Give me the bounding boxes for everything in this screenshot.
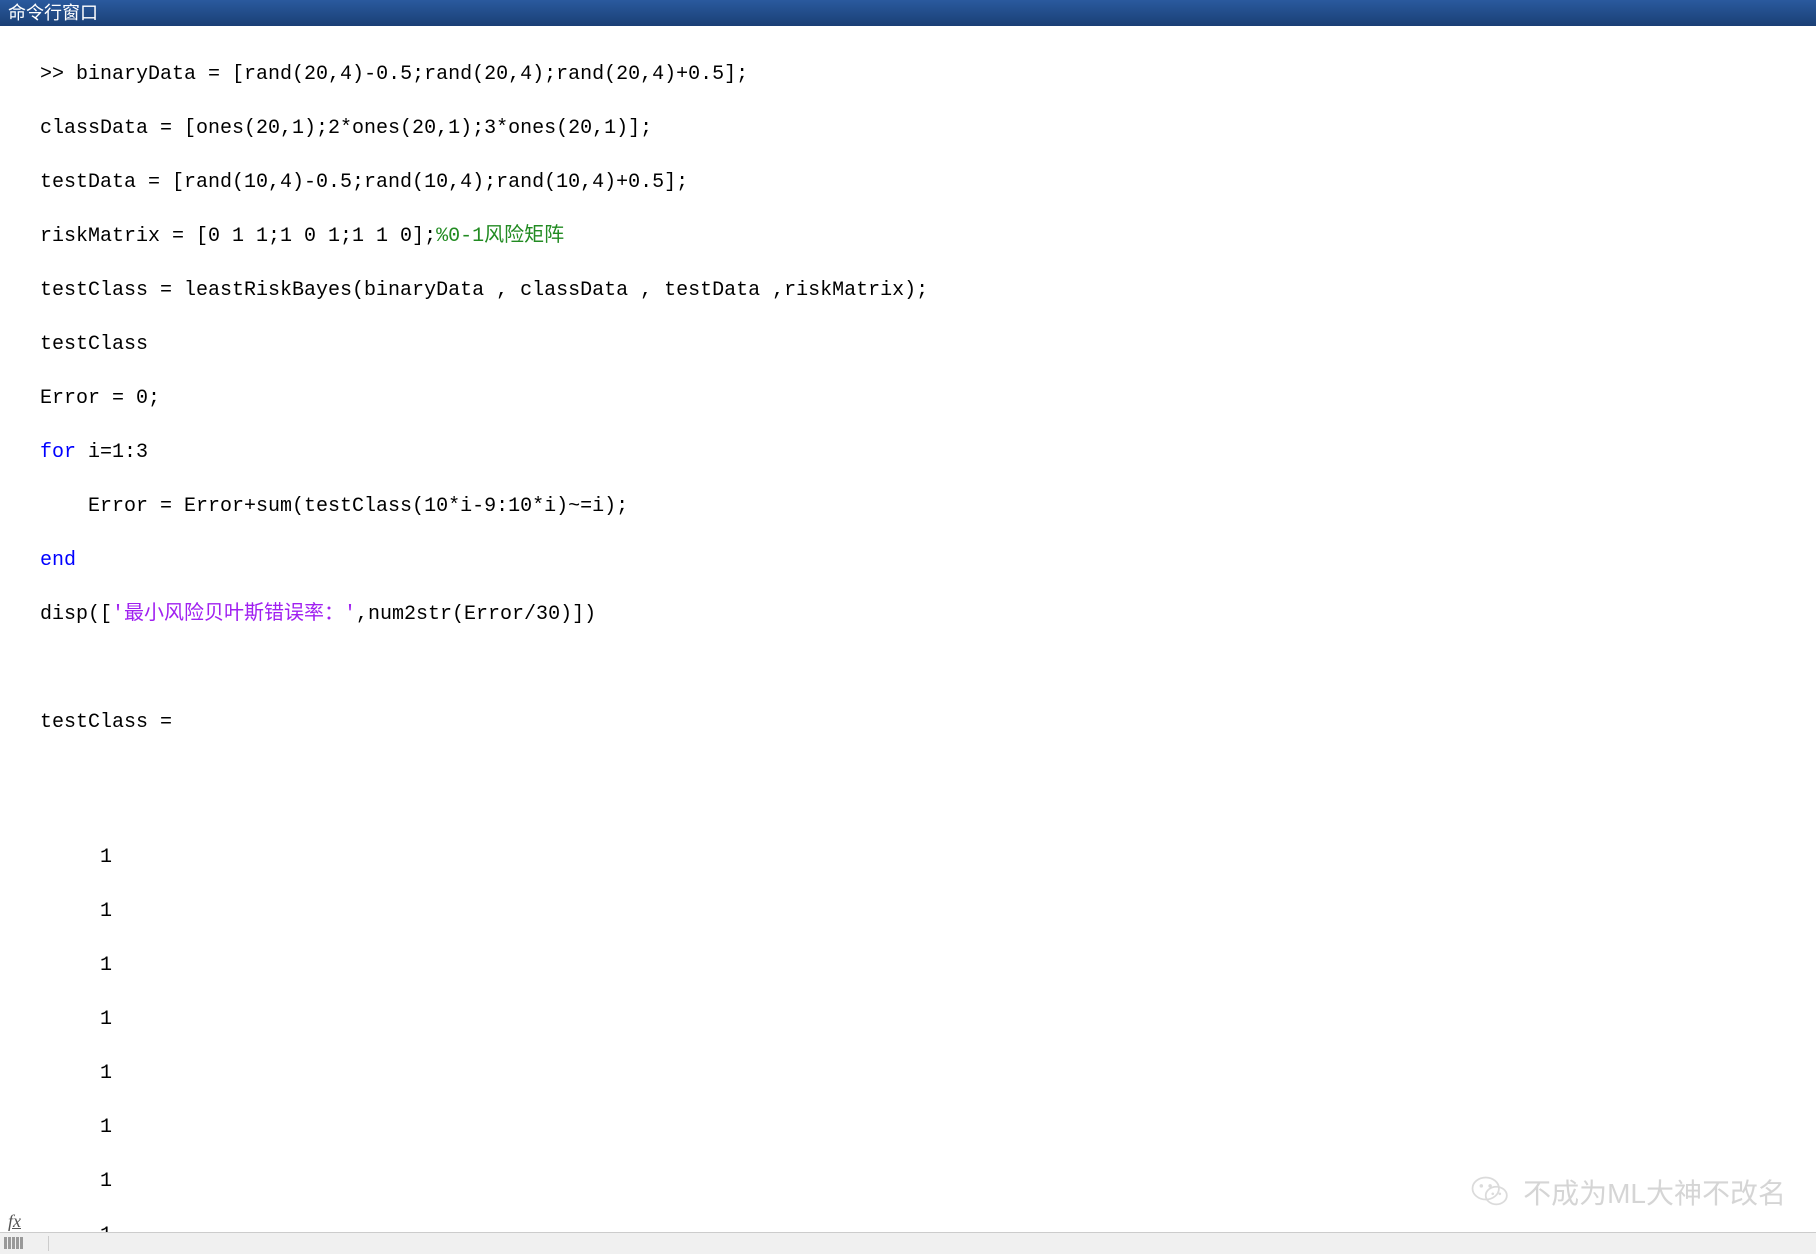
command-window-content[interactable]: >> binaryData = [rand(20,4)-0.5;rand(20,… [0,26,1816,1232]
code-block: >> binaryData = [rand(20,4)-0.5;rand(20,… [0,34,1816,1232]
code-line-5: testClass = leastRiskBayes(binaryData , … [40,279,928,302]
code-string: '最小风险贝叶斯错误率：' [112,603,356,626]
output-value: 1 [100,1116,112,1139]
keyword-for: for [40,441,76,464]
code-comment: %0-1风险矩阵 [436,225,564,248]
code-line-11a: disp([ [40,603,112,626]
prompt-symbol: >> [40,63,76,86]
output-value: 1 [100,1170,112,1193]
output-value: 1 [100,954,112,977]
keyword-end: end [40,549,76,572]
code-line-11b: ,num2str(Error/30)]) [356,603,596,626]
output-values-block: 1 1 1 1 1 1 1 1 1 1 2 2 2 2 2 2 2 2 2 2 … [40,817,1816,1232]
code-line-3: testData = [rand(10,4)-0.5;rand(10,4);ra… [40,171,688,194]
output-value: 1 [100,1008,112,1031]
command-window-title-bar: 命令行窗口 [0,0,1816,26]
code-line-6: testClass [40,333,148,356]
code-line-9: Error = Error+sum(testClass(10*i-9:10*i)… [40,495,628,518]
code-line-2: classData = [ones(20,1);2*ones(20,1);3*o… [40,117,652,140]
status-grip-icon [4,1237,34,1249]
code-line-7: Error = 0; [40,387,160,410]
output-value: 1 [100,1224,112,1232]
code-line-4a: riskMatrix = [0 1 1;1 0 1;1 1 0]; [40,225,436,248]
output-value: 1 [100,846,112,869]
code-line-8-rest: i=1:3 [76,441,148,464]
code-line-1: binaryData = [rand(20,4)-0.5;rand(20,4);… [76,63,748,86]
window-title: 命令行窗口 [8,3,98,23]
output-variable-label: testClass = [40,711,172,734]
status-divider [48,1236,49,1251]
output-value: 1 [100,1062,112,1085]
output-value: 1 [100,900,112,923]
status-bar [0,1232,1816,1254]
fx-function-indicator[interactable]: fx [8,1211,21,1232]
